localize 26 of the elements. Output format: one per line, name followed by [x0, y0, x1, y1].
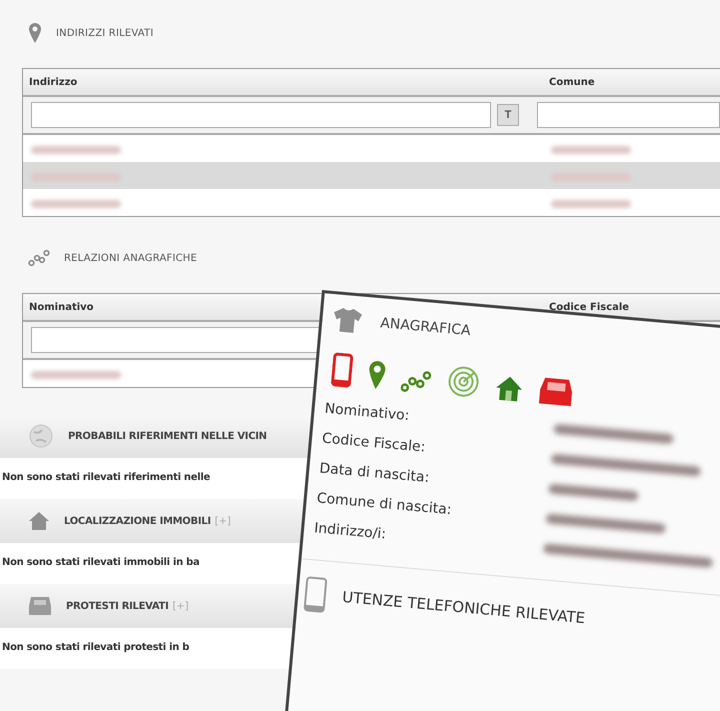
section-title: INDIRIZZI RILEVATI: [56, 28, 154, 38]
field-label: Codice Fiscale:: [321, 430, 427, 458]
t-shirt-icon: [331, 306, 364, 335]
column-header: Indirizzo: [28, 76, 78, 88]
filter-field[interactable]: [537, 102, 720, 128]
expand-toggle[interactable]: [+]: [214, 516, 231, 526]
map-pin-icon: [28, 22, 42, 44]
filter-button[interactable]: T: [497, 104, 519, 126]
card-title: ANAGRAFICA: [380, 315, 472, 340]
subsection-title: UTENZE TELEFONICHE RILEVATE: [342, 588, 586, 628]
field-label: Nominativo:: [324, 400, 411, 426]
column-header: Comune: [548, 76, 596, 88]
filter-field[interactable]: [31, 102, 491, 128]
column-header: Codice Fiscale: [548, 302, 630, 312]
section-title: LOCALIZZAZIONE IMMOBILI: [64, 516, 211, 526]
column-header: Nominativo: [28, 302, 95, 312]
field-label: Indirizzo/i:: [314, 520, 388, 544]
linked-circles-icon: [28, 249, 50, 267]
expand-toggle[interactable]: [+]: [172, 600, 189, 612]
inbox-icon: [28, 596, 52, 616]
field-label: Data di nascita:: [318, 460, 431, 488]
house-icon: [28, 510, 50, 532]
section-title: PROBABILI RIFERIMENTI NELLE VICIN: [68, 430, 267, 442]
section-title: RELAZIONI ANAGRAFICHE: [64, 252, 198, 264]
section-title: PROTESTI RILEVATI: [66, 600, 168, 612]
smartphone-icon: [302, 576, 328, 614]
